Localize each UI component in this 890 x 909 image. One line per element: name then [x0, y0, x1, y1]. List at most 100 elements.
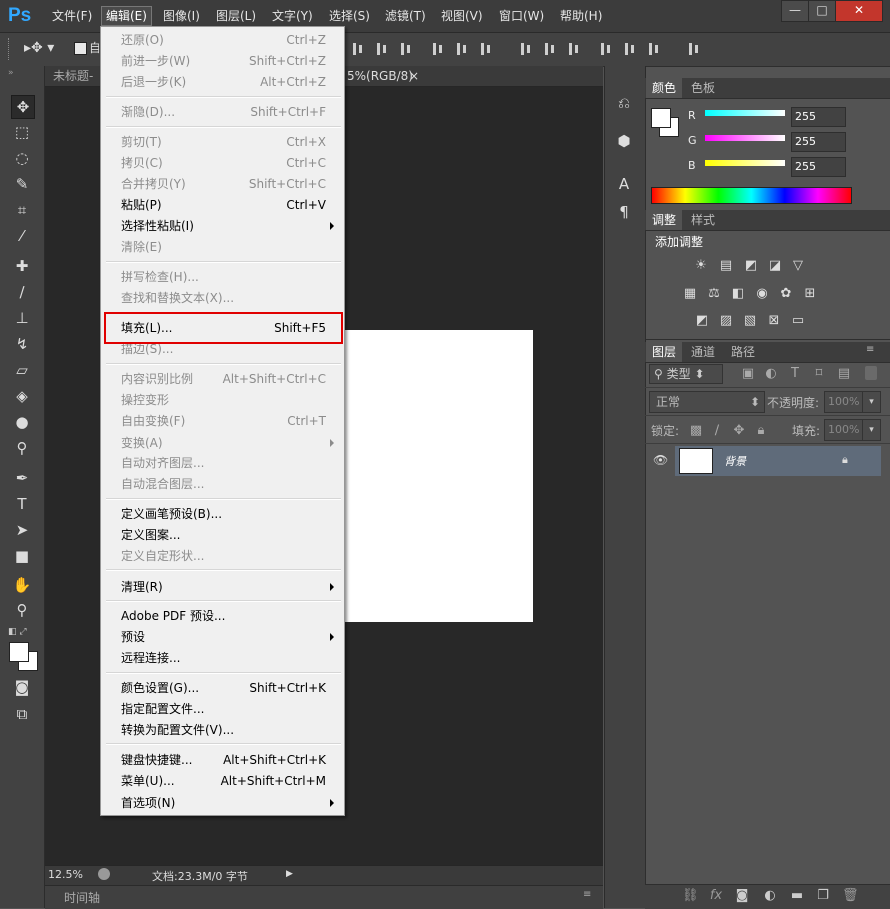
toolbar-collapse-icon[interactable]: »: [8, 68, 14, 78]
healing-brush-tool-icon[interactable]: ✚: [11, 255, 33, 277]
color-spectrum[interactable]: [651, 187, 852, 204]
invert-icon[interactable]: ◩: [694, 313, 710, 329]
color-balance-icon[interactable]: ⚖: [706, 286, 722, 302]
filter-adjustment-icon[interactable]: ◐: [763, 366, 779, 382]
menu-item-2[interactable]: 后退一步(K): [121, 74, 186, 90]
menu-item-16[interactable]: 自由变换(F): [121, 413, 185, 429]
distribute-left-icon[interactable]: [598, 41, 614, 57]
tab-paths[interactable]: 路径: [725, 342, 761, 362]
curves-icon[interactable]: ◩: [743, 258, 759, 274]
foreground-color-swatch[interactable]: [9, 642, 29, 662]
menu-item-14[interactable]: 内容识别比例: [121, 371, 193, 387]
new-adjustment-layer-icon[interactable]: ◐: [762, 888, 778, 904]
channel-r-value[interactable]: 255: [791, 107, 846, 127]
menu-edit[interactable]: 编辑(E): [101, 6, 152, 26]
black-white-icon[interactable]: ◧: [730, 286, 746, 302]
selective-color-icon[interactable]: ⊠: [766, 313, 782, 329]
new-layer-icon[interactable]: ❐: [815, 888, 831, 904]
opacity-dropdown-icon[interactable]: ▾: [862, 391, 881, 413]
marquee-tool-icon[interactable]: ⬚: [11, 121, 33, 143]
move-tool-icon[interactable]: ✥: [11, 95, 35, 119]
visibility-eye-icon[interactable]: 👁︎: [653, 453, 668, 467]
tab-layers[interactable]: 图层: [646, 342, 683, 362]
zoom-tool-icon[interactable]: ⚲: [11, 599, 33, 621]
gradient-map-icon[interactable]: ▭: [790, 313, 806, 329]
distribute-right-icon[interactable]: [646, 41, 662, 57]
color-lookup-icon[interactable]: ⊞: [802, 286, 818, 302]
menu-item-3[interactable]: 渐隐(D)...: [121, 104, 175, 120]
align-right-icon[interactable]: [478, 41, 494, 57]
exposure-icon[interactable]: ◪: [767, 258, 783, 274]
hand-tool-icon[interactable]: ✋: [11, 574, 33, 596]
menu-view[interactable]: 视图(V): [437, 7, 487, 25]
menu-layer[interactable]: 图层(L): [212, 7, 260, 25]
quick-mask-icon[interactable]: ◙: [11, 676, 33, 698]
menu-item-29[interactable]: 转换为配置文件(V)...: [121, 722, 234, 738]
menu-item-18[interactable]: 自动对齐图层...: [121, 455, 204, 471]
blend-mode-select[interactable]: 正常 ⬍: [649, 391, 765, 413]
align-hcenter-icon[interactable]: [454, 41, 470, 57]
menu-item-25[interactable]: 预设: [121, 629, 145, 645]
channel-g-value[interactable]: 255: [791, 132, 846, 152]
channel-g-slider[interactable]: [705, 135, 785, 141]
brightness-contrast-icon[interactable]: ☀: [693, 258, 709, 274]
vibrance-icon[interactable]: ▽: [790, 258, 806, 274]
menu-item-4[interactable]: 剪切(T): [121, 134, 162, 150]
menu-item-0[interactable]: 还原(O): [121, 32, 164, 48]
maximize-button[interactable]: □: [808, 0, 836, 22]
timeline-menu-icon[interactable]: ≡: [583, 889, 591, 900]
layer-name[interactable]: 背景: [724, 453, 746, 469]
filter-toggle[interactable]: [865, 366, 877, 380]
tab-adjustments[interactable]: 调整: [646, 210, 683, 230]
menu-item-8[interactable]: 选择性粘贴(I): [121, 218, 194, 234]
clone-stamp-tool-icon[interactable]: ⊥: [11, 307, 33, 329]
auto-select-checkbox[interactable]: [74, 42, 87, 55]
link-layers-icon[interactable]: ⛓: [682, 888, 699, 904]
menu-help[interactable]: 帮助(H): [556, 7, 606, 25]
type-tool-icon[interactable]: T: [11, 493, 33, 515]
pen-tool-icon[interactable]: ✒: [11, 467, 33, 489]
auto-align-icon[interactable]: [686, 41, 702, 57]
lock-transparent-icon[interactable]: ▩: [688, 423, 704, 439]
menu-item-31[interactable]: 菜单(U)...: [121, 773, 175, 789]
hue-saturation-icon[interactable]: ▦: [682, 286, 698, 302]
menu-item-11[interactable]: 查找和替换文本(X)...: [121, 290, 234, 306]
menu-item-6[interactable]: 合并拷贝(Y): [121, 176, 186, 192]
align-bottom-icon[interactable]: [398, 41, 414, 57]
menu-item-22[interactable]: 定义自定形状...: [121, 548, 204, 564]
menu-item-1[interactable]: 前进一步(W): [121, 53, 190, 69]
paragraph-panel-icon[interactable]: ¶: [612, 201, 636, 223]
zoom-level[interactable]: 12.5%: [48, 868, 83, 881]
blur-tool-icon[interactable]: ●: [11, 411, 33, 433]
menu-file[interactable]: 文件(F): [48, 7, 96, 25]
align-vcenter-icon[interactable]: [374, 41, 390, 57]
properties-panel-icon[interactable]: ⬢: [612, 130, 636, 152]
delete-layer-icon[interactable]: 🗑︎: [842, 888, 859, 904]
menu-item-20[interactable]: 定义画笔预设(B)...: [121, 506, 222, 522]
history-panel-icon[interactable]: ⎌: [612, 92, 636, 114]
document-canvas[interactable]: [345, 330, 533, 622]
distribute-hcenter-icon[interactable]: [622, 41, 638, 57]
eraser-tool-icon[interactable]: ▱: [11, 359, 33, 381]
align-left-icon[interactable]: [430, 41, 446, 57]
layer-thumbnail[interactable]: [679, 448, 713, 474]
menu-select[interactable]: 选择(S): [325, 7, 374, 25]
fill-input[interactable]: 100%: [824, 419, 865, 441]
menu-item-9[interactable]: 清除(E): [121, 239, 162, 255]
document-tab[interactable]: 未标题-: [45, 66, 101, 86]
channel-mixer-icon[interactable]: ✿: [778, 286, 794, 302]
menu-item-21[interactable]: 定义图案...: [121, 527, 180, 543]
menu-filter[interactable]: 滤镜(T): [381, 7, 430, 25]
new-group-icon[interactable]: ▬: [789, 888, 805, 904]
tab-close-icon[interactable]: ×: [405, 66, 423, 86]
align-top-icon[interactable]: [350, 41, 366, 57]
menu-item-10[interactable]: 拼写检查(H)...: [121, 269, 199, 285]
character-panel-icon[interactable]: A: [612, 173, 636, 195]
menu-item-26[interactable]: 远程连接...: [121, 650, 180, 666]
rectangle-tool-icon[interactable]: ■: [11, 545, 33, 567]
channel-b-value[interactable]: 255: [791, 157, 846, 177]
threshold-icon[interactable]: ▧: [742, 313, 758, 329]
menu-item-15[interactable]: 操控变形: [121, 392, 169, 408]
history-brush-tool-icon[interactable]: ↯: [11, 333, 33, 355]
menu-item-19[interactable]: 自动混合图层...: [121, 476, 204, 492]
